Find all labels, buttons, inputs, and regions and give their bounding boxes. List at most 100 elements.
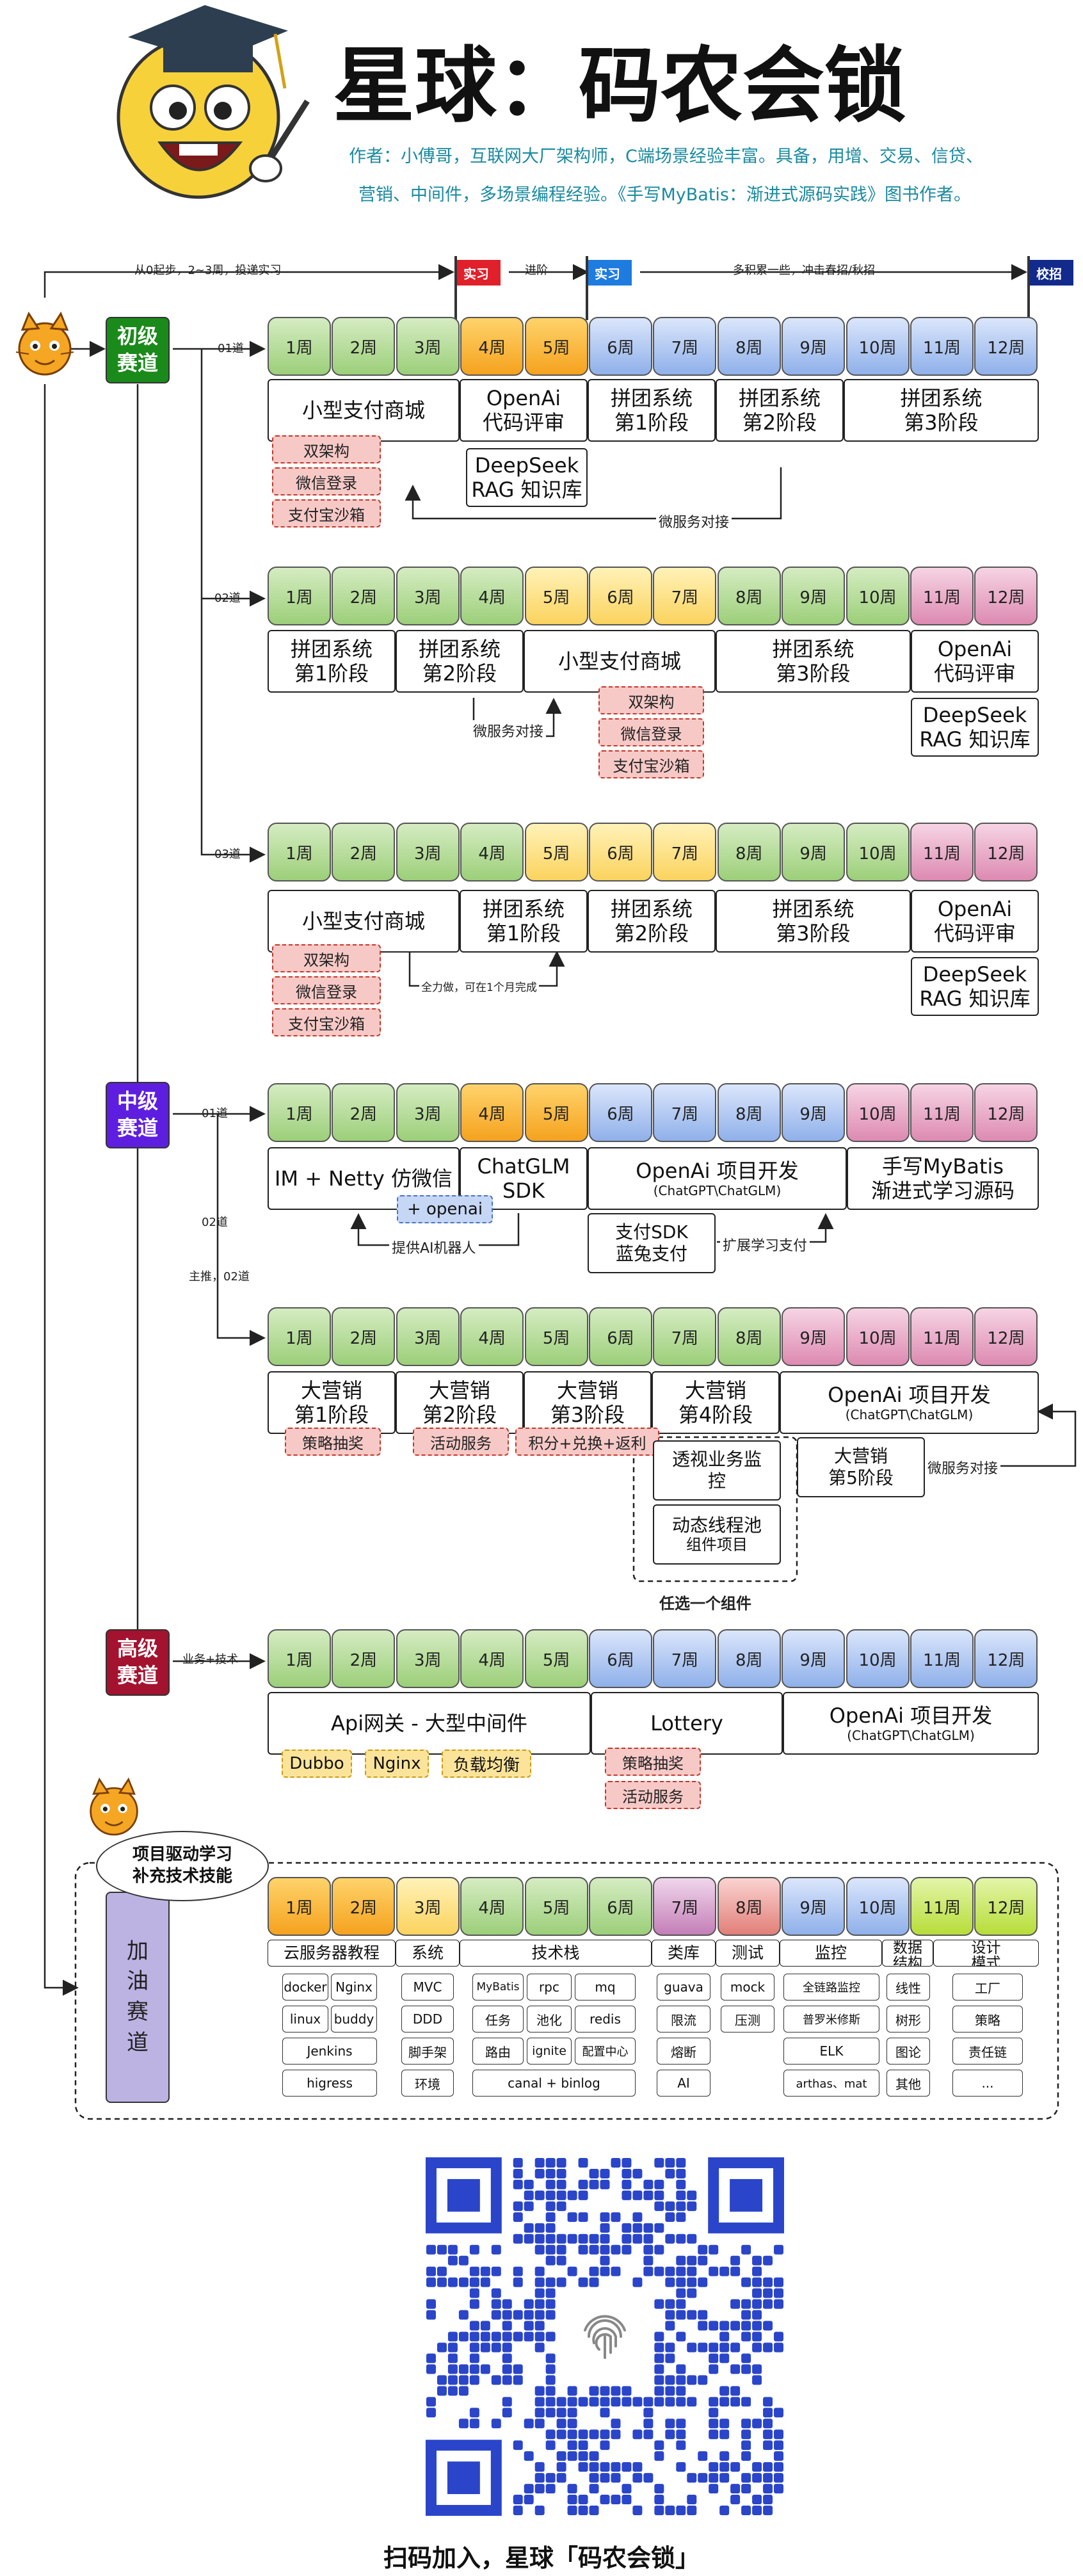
advance-note: 进阶 (525, 264, 548, 277)
track-senior[interactable]: 高级 赛道 (106, 1629, 170, 1696)
m1-paysdk-box[interactable]: 支付SDK 蓝兔支付 (588, 1213, 716, 1273)
boost-jenkins: Jenkins (282, 2038, 377, 2065)
j1-week-9: 9周 (782, 317, 846, 376)
boost-h-system: 系统 (396, 1940, 460, 1967)
m2-m3-box[interactable]: 大营销 第3阶段 (524, 1371, 652, 1434)
j1-deepseek-box[interactable]: DeepSeek RAG 知识库 (466, 448, 588, 507)
m1-week-8: 8周 (717, 1083, 781, 1142)
j1-openai-box[interactable]: OpenAi 代码评审 (460, 379, 588, 442)
s-lottery-box[interactable]: Lottery (591, 1692, 783, 1755)
boost-h-ds: 数据 结构 (882, 1940, 933, 1967)
boost-graph: 图论 (886, 2038, 930, 2065)
m2-m5-box[interactable]: 大营销 第5阶段 (797, 1437, 925, 1497)
boost-stress: 压测 (721, 2006, 774, 2033)
j2-tag-dual-arch: 双架构 (598, 686, 704, 714)
boost-guava: guava (657, 1974, 710, 2000)
m2-threadpool-box[interactable]: 动态线程池 组件项目 (653, 1504, 781, 1565)
j1-week-1: 1周 (268, 317, 331, 376)
j2-week-8: 8周 (717, 567, 781, 625)
j3-pt1-box[interactable]: 拼团系统 第1阶段 (460, 890, 588, 953)
j1-pt3-box[interactable]: 拼团系统 第3阶段 (844, 379, 1039, 442)
j2-week-10: 10周 (846, 567, 910, 625)
j2-week-12: 12周 (974, 567, 1038, 625)
j3-week-7: 7周 (653, 823, 717, 881)
m2-monitor-box[interactable]: 透视业务监 控 (653, 1440, 781, 1501)
j1-pt2-box[interactable]: 拼团系统 第2阶段 (716, 379, 844, 442)
j3-mall-box[interactable]: 小型支付商城 (268, 890, 460, 953)
j2-week-11: 11周 (910, 567, 974, 625)
j2-tag-alipay-sandbox: 支付宝沙箱 (598, 750, 704, 778)
j2-pt2-box[interactable]: 拼团系统 第2阶段 (396, 630, 524, 693)
m2-week-10: 10周 (846, 1307, 910, 1366)
boost-mq: mq (575, 1974, 636, 2000)
m2-week-2: 2周 (332, 1307, 396, 1366)
boost-pool: 池化 (527, 2006, 572, 2033)
j2-pt1-box[interactable]: 拼团系统 第1阶段 (268, 630, 396, 693)
m2-week-5: 5周 (524, 1307, 588, 1366)
m1-week-10: 10周 (846, 1083, 910, 1142)
track-middle[interactable]: 中级 赛道 (106, 1082, 170, 1148)
s1-week-2: 2周 (332, 1629, 396, 1688)
route-m01: 01道 (202, 1107, 228, 1120)
m1-plus-openai-tag: + openai (397, 1195, 493, 1223)
j1-micro-note: 微服务对接 (656, 511, 732, 531)
boost-h-lib: 类库 (652, 1940, 716, 1967)
track-boost[interactable]: 加 油 赛 道 (106, 1892, 170, 2103)
accumulate-note: 多积累一些，冲击春招/秋招 (733, 264, 876, 277)
j2-week-2: 2周 (332, 567, 396, 625)
boost-linux: linux (282, 2006, 328, 2033)
j1-tag-dual-arch: 双架构 (272, 435, 381, 463)
j1-week-12: 12周 (974, 317, 1038, 376)
s-api-gateway-box[interactable]: Api网关 - 大型中间件 (268, 1692, 591, 1755)
m1-openai-box[interactable]: OpenAi 项目开发 (ChatGPT\ChatGLM) (588, 1147, 847, 1210)
j2-deepseek-box[interactable]: DeepSeek RAG 知识库 (911, 698, 1039, 757)
j1-pt1-box[interactable]: 拼团系统 第1阶段 (588, 379, 716, 442)
boost-tree: 树形 (886, 2006, 930, 2033)
b1-week-3: 3周 (396, 1877, 460, 1936)
j1-mall-box[interactable]: 小型支付商城 (268, 379, 460, 442)
j3-week-2: 2周 (332, 823, 396, 881)
j3-pt2-box[interactable]: 拼团系统 第2阶段 (588, 890, 716, 953)
j3-deepseek-box[interactable]: DeepSeek RAG 知识库 (911, 957, 1039, 1016)
track-junior[interactable]: 初级 赛道 (106, 317, 170, 383)
j2-openai-box[interactable]: OpenAi 代码评审 (911, 630, 1039, 693)
m2-threadpool-title: 动态线程池 (671, 1514, 762, 1536)
s-tag-nginx: Nginx (365, 1750, 429, 1778)
j3-week-1: 1周 (268, 823, 331, 881)
boost-h-dp: 设计 模式 (933, 1940, 1039, 1967)
m2-openai-box[interactable]: OpenAi 项目开发 (ChatGPT\ChatGLM) (780, 1371, 1039, 1434)
m2-m4-box[interactable]: 大营销 第4阶段 (652, 1371, 780, 1434)
j1-week-10: 10周 (846, 317, 910, 376)
s1-week-5: 5周 (524, 1629, 588, 1688)
tiger-mascot-icon (10, 310, 80, 381)
boost-route: 路由 (472, 2038, 524, 2065)
j3-week-8: 8周 (717, 823, 781, 881)
j1-week-11: 11周 (910, 317, 974, 376)
s-openai-box[interactable]: OpenAi 项目开发 (ChatGPT\ChatGLM) (783, 1692, 1039, 1755)
route-s-note: 业务+技术 (182, 1653, 239, 1666)
b1-week-8: 8周 (717, 1877, 781, 1936)
boost-scaffold: 脚手架 (401, 2038, 454, 2065)
m2-week-1: 1周 (268, 1307, 331, 1366)
boost-rpc: rpc (527, 1974, 572, 2000)
j2-mall-box[interactable]: 小型支付商城 (524, 630, 716, 693)
s-openai-title: OpenAi 项目开发 (829, 1703, 993, 1728)
boost-h-monitor: 监控 (780, 1940, 882, 1967)
m2-tag-activity-service: 活动服务 (413, 1428, 509, 1456)
j2-week-6: 6周 (589, 567, 652, 625)
m2-week-6: 6周 (589, 1307, 652, 1366)
m1-ext-pay-note: 扩展学习支付 (720, 1234, 810, 1255)
m2-m2-box[interactable]: 大营销 第2阶段 (396, 1371, 524, 1434)
j2-pt3-box[interactable]: 拼团系统 第3阶段 (716, 630, 911, 693)
route-j02: 02道 (214, 592, 241, 605)
j3-openai-box[interactable]: OpenAi 代码评审 (911, 890, 1039, 953)
j1-week-2: 2周 (332, 317, 396, 376)
m1-mybatis-box[interactable]: 手写MyBatis 渐进式学习源码 (847, 1147, 1039, 1210)
m2-m1-box[interactable]: 大营销 第1阶段 (268, 1371, 396, 1434)
j3-pt3-box[interactable]: 拼团系统 第3阶段 (716, 890, 911, 953)
j3-tag-wechat-login: 微信登录 (272, 976, 381, 1004)
s1-week-11: 11周 (910, 1629, 974, 1688)
route-m-main: 主推，02道 (189, 1270, 250, 1284)
b1-week-9: 9周 (782, 1877, 846, 1936)
m1-week-2: 2周 (332, 1083, 396, 1142)
